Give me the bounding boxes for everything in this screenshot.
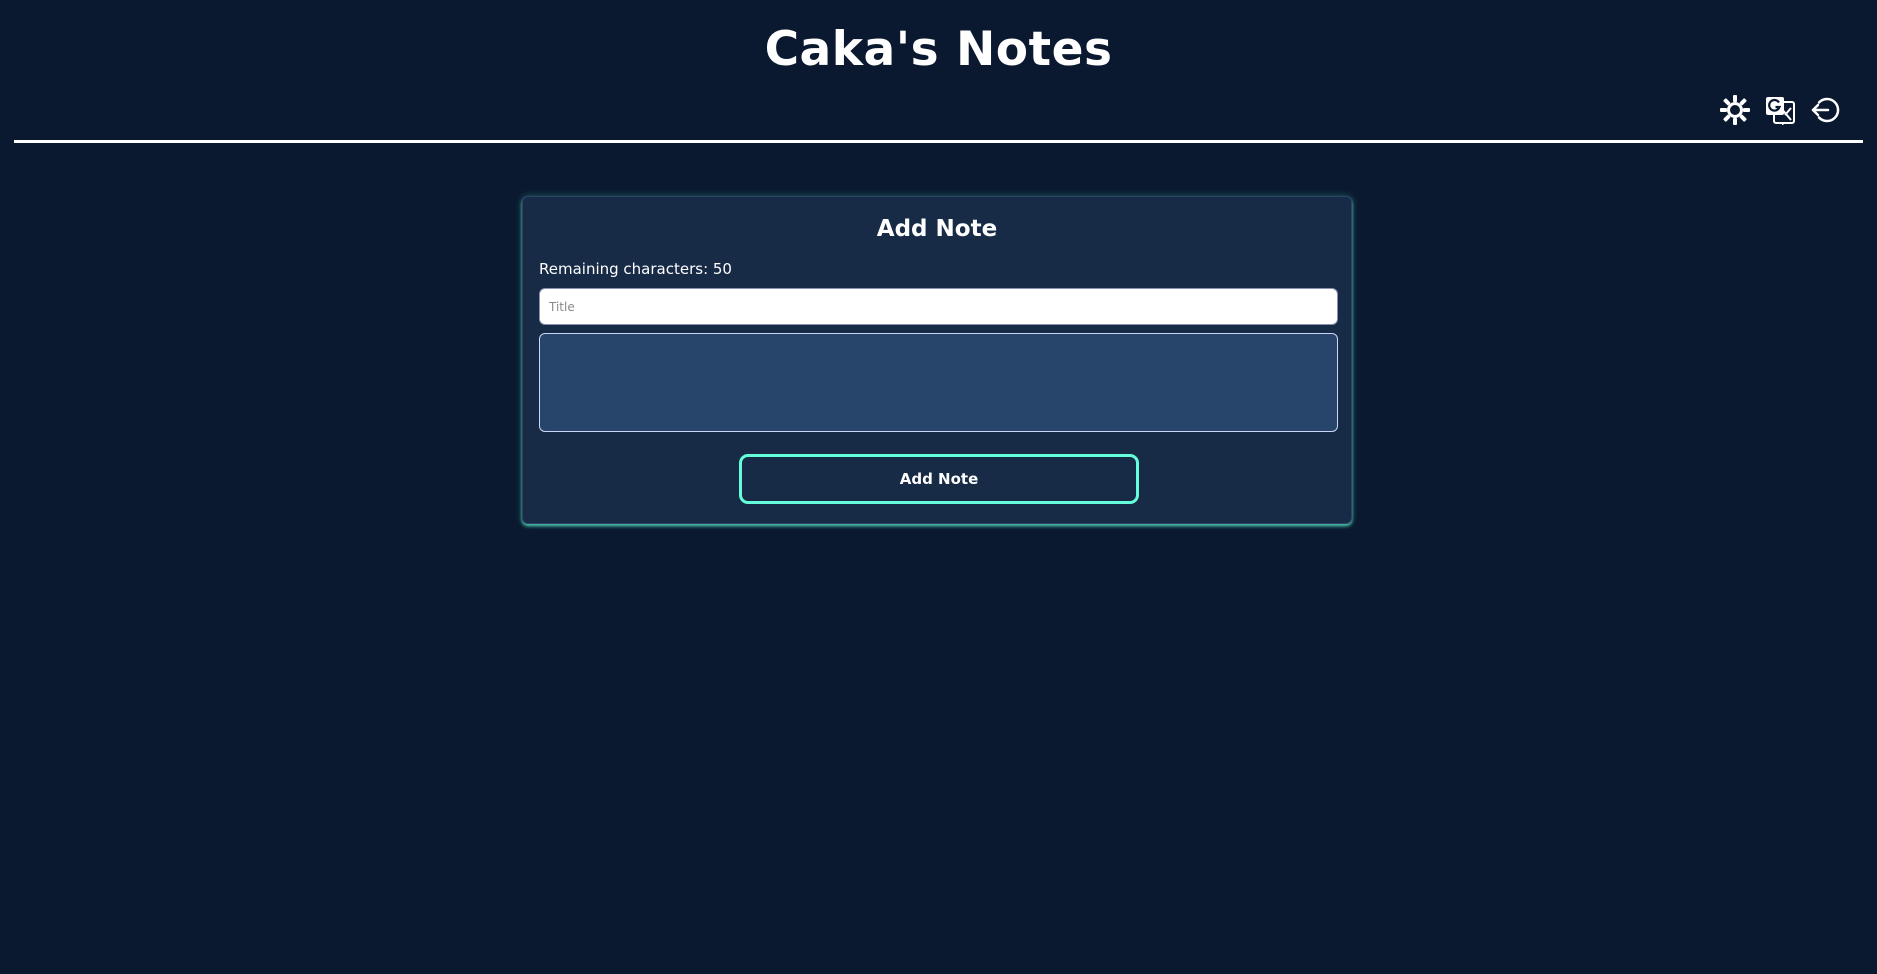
sun-icon: [1720, 95, 1750, 125]
header-actions: [1706, 92, 1841, 128]
remaining-characters-text: Remaining characters: 50: [539, 260, 732, 278]
header-divider: [14, 140, 1863, 143]
logout-icon: [1811, 97, 1840, 123]
title-input[interactable]: [539, 288, 1338, 325]
add-note-card: Add Note Remaining characters: 50 Add No…: [522, 196, 1352, 524]
app-title: Caka's Notes: [764, 22, 1113, 77]
translate-icon: [1766, 97, 1795, 125]
language-button[interactable]: [1764, 94, 1796, 126]
theme-toggle-button[interactable]: [1719, 94, 1751, 126]
card-title: Add Note: [876, 216, 998, 242]
note-body-textarea[interactable]: [539, 333, 1338, 432]
add-note-button[interactable]: Add Note: [739, 454, 1139, 504]
logout-button[interactable]: [1809, 94, 1841, 126]
